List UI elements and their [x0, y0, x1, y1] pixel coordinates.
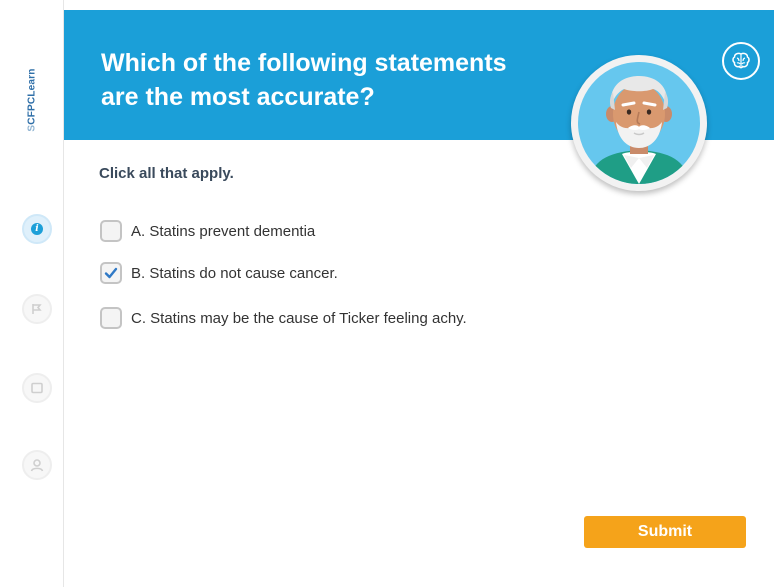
brand-mark: S	[26, 124, 38, 132]
brain-button[interactable]	[722, 42, 760, 80]
question-title-line-2: are the most accurate?	[101, 83, 375, 111]
info-icon: i	[31, 223, 43, 235]
notes-button[interactable]	[22, 373, 52, 403]
brain-icon	[732, 52, 750, 69]
option-a[interactable]: A. Statins prevent dementia	[100, 217, 315, 245]
note-icon	[31, 382, 43, 394]
option-b-checkbox[interactable]	[100, 262, 122, 284]
brand-logo: SCFPCLearn	[22, 45, 42, 155]
quiz-slide: SCFPCLearn i Which of the following stat…	[0, 0, 774, 587]
sidebar: SCFPCLearn i	[0, 0, 64, 587]
option-b[interactable]: B. Statins do not cause cancer.	[100, 259, 338, 287]
option-c-label: C. Statins may be the cause of Ticker fe…	[131, 309, 467, 327]
flag-button[interactable]	[22, 294, 52, 324]
brand-text: CFPCLearn	[26, 68, 38, 125]
option-c-checkbox[interactable]	[100, 307, 122, 329]
option-a-label: A. Statins prevent dementia	[131, 222, 316, 240]
option-a-checkbox[interactable]	[100, 220, 122, 242]
profile-button[interactable]	[22, 450, 52, 480]
option-c[interactable]: C. Statins may be the cause of Ticker fe…	[100, 304, 467, 332]
elderly-man-illustration	[588, 76, 690, 184]
question-title-line-1: Which of the following statements	[101, 49, 507, 77]
character-avatar	[571, 55, 707, 191]
info-button[interactable]: i	[22, 214, 52, 244]
user-icon	[30, 459, 44, 472]
submit-button[interactable]: Submit	[584, 516, 746, 548]
flag-icon	[32, 304, 42, 314]
option-b-label: B. Statins do not cause cancer.	[131, 264, 338, 282]
instruction-text: Click all that apply.	[99, 165, 234, 182]
question-title: Which of the following statements are th…	[101, 46, 581, 114]
checkmark-icon	[104, 267, 118, 279]
